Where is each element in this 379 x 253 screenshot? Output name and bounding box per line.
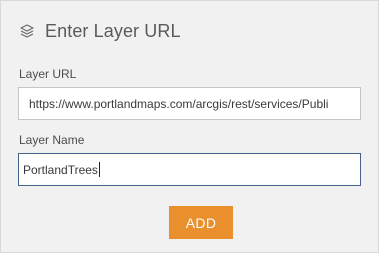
text-caret	[98, 162, 100, 177]
layer-name-label: Layer Name	[19, 133, 85, 147]
enter-layer-url-panel: Enter Layer URL Layer URL https://www.po…	[0, 0, 379, 253]
add-button[interactable]: ADD	[169, 206, 233, 239]
layer-name-value: PortlandTrees	[23, 162, 98, 177]
panel-header: Enter Layer URL	[17, 18, 181, 44]
panel-title: Enter Layer URL	[45, 20, 181, 41]
layer-url-value: https://www.portlandmaps.com/arcgis/rest…	[29, 96, 329, 111]
layers-icon	[17, 21, 37, 41]
layer-name-input[interactable]: PortlandTrees	[18, 153, 361, 186]
layer-url-input[interactable]: https://www.portlandmaps.com/arcgis/rest…	[18, 87, 361, 120]
layer-url-label: Layer URL	[19, 67, 77, 81]
